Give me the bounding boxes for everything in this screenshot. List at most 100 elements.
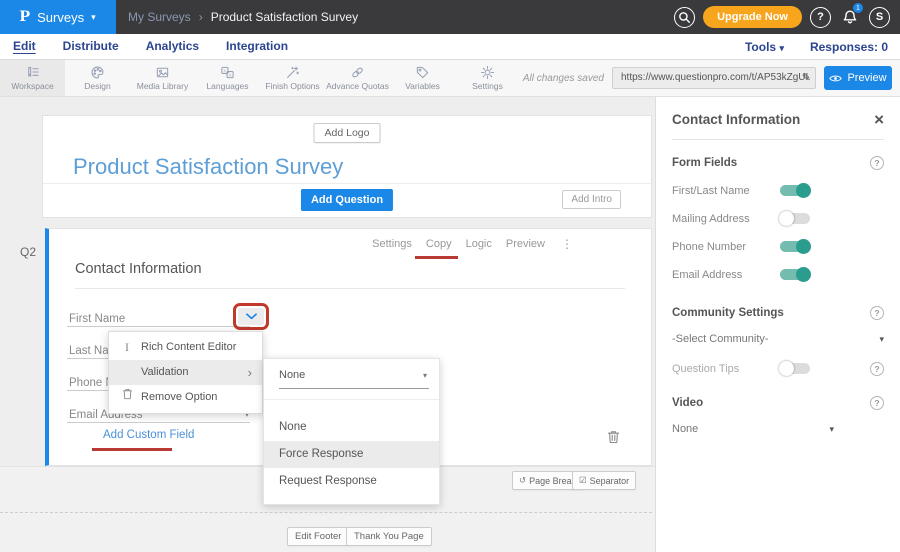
help-button[interactable]: ? xyxy=(810,7,831,28)
question-title[interactable]: Contact Information xyxy=(75,261,202,277)
menu-item-validation[interactable]: Validation › xyxy=(109,360,262,385)
account-avatar[interactable]: S xyxy=(869,7,890,28)
validation-popup: None ▾ None Force Response Request Respo… xyxy=(263,358,440,505)
tools-dropdown[interactable]: Tools ▾ xyxy=(745,40,784,54)
avatar-initial: S xyxy=(876,11,883,23)
questionpro-logo-icon: P xyxy=(20,8,31,26)
settings-icon xyxy=(480,65,495,80)
question-preview-link[interactable]: Preview xyxy=(506,238,545,250)
question-divider xyxy=(75,288,625,289)
add-question-button[interactable]: Add Question xyxy=(301,189,393,211)
question-settings-panel: Contact Information × Form Fields ? Firs… xyxy=(655,97,900,552)
toolbar-item-media-library[interactable]: Media Library xyxy=(130,60,195,96)
delete-question-button[interactable] xyxy=(607,430,620,449)
product-name: Surveys xyxy=(37,10,84,25)
email-address-toggle[interactable] xyxy=(780,269,810,280)
question-actions: Settings Copy Logic Preview ⋮ xyxy=(372,237,573,251)
toolbar-item-finish-options[interactable]: Finish Options xyxy=(260,60,325,96)
validation-select[interactable]: None ▾ xyxy=(279,369,429,389)
add-logo-button[interactable]: Add Logo xyxy=(314,123,381,143)
notification-badge: 1 xyxy=(853,3,863,13)
help-icon[interactable]: ? xyxy=(870,362,884,376)
close-icon[interactable]: × xyxy=(874,114,884,126)
chevron-annotation-box xyxy=(233,303,269,330)
upgrade-now-button[interactable]: Upgrade Now xyxy=(703,6,802,28)
breadcrumb-separator-icon: › xyxy=(199,10,203,24)
phone-number-toggle[interactable] xyxy=(780,241,810,252)
top-bar: P Surveys ▾ My Surveys › Product Satisfa… xyxy=(0,0,900,34)
field-context-menu: I Rich Content Editor Validation › Remov… xyxy=(108,331,263,414)
notifications-button[interactable]: 1 xyxy=(839,6,861,28)
toolbar-item-settings[interactable]: Settings xyxy=(455,60,520,96)
help-icon[interactable]: ? xyxy=(870,396,884,410)
toolbar-item-advance-quotas[interactable]: Advance Quotas xyxy=(325,60,390,96)
add-custom-field-annotation-underline xyxy=(92,448,172,451)
toolbar-item-languages[interactable]: xA Languages xyxy=(195,60,260,96)
add-custom-field-link[interactable]: Add Custom Field xyxy=(103,429,194,441)
more-options-icon[interactable]: ⋮ xyxy=(561,237,573,251)
chevron-down-icon: ▾ xyxy=(91,12,96,23)
first-last-name-toggle[interactable] xyxy=(780,185,810,196)
popup-divider xyxy=(264,399,439,400)
svg-text:A: A xyxy=(229,72,232,77)
preview-button[interactable]: Preview xyxy=(824,66,892,90)
mailing-address-toggle[interactable] xyxy=(780,213,810,224)
media-library-icon xyxy=(155,65,170,80)
survey-url-field[interactable]: https://www.questionpro.com/t/AP53kZgUI xyxy=(612,67,816,89)
form-fields-section-header: Form Fields ? xyxy=(672,156,884,170)
chevron-down-icon xyxy=(246,313,257,320)
video-select[interactable]: None ▾ xyxy=(672,423,834,435)
question-tips-toggle[interactable] xyxy=(780,363,810,374)
survey-header-footer: Add Question Add Intro xyxy=(43,183,651,217)
breadcrumb-current: Product Satisfaction Survey xyxy=(211,10,358,24)
help-icon[interactable]: ? xyxy=(870,306,884,320)
add-intro-button[interactable]: Add Intro xyxy=(562,190,621,209)
languages-icon: xA xyxy=(220,65,235,80)
toolbar-item-workspace[interactable]: Workspace xyxy=(0,60,65,96)
menu-item-rich-content-editor[interactable]: I Rich Content Editor xyxy=(109,335,262,360)
tab-analytics[interactable]: Analytics xyxy=(146,39,199,54)
survey-title[interactable]: Product Satisfaction Survey xyxy=(73,154,343,180)
page-break-icon: ↺ xyxy=(519,475,526,486)
eye-icon xyxy=(829,74,842,83)
question-copy-link[interactable]: Copy xyxy=(426,238,452,250)
tab-integration[interactable]: Integration xyxy=(226,39,288,54)
tab-edit[interactable]: Edit xyxy=(13,39,36,54)
field-options-button[interactable] xyxy=(238,308,264,325)
search-button[interactable] xyxy=(674,7,695,28)
toolbar-item-design[interactable]: Design xyxy=(65,60,130,96)
thank-you-page-button[interactable]: Thank You Page xyxy=(346,527,432,546)
questionpro-survey-editor: P Surveys ▾ My Surveys › Product Satisfa… xyxy=(0,0,900,552)
advance-quotas-icon xyxy=(350,65,365,80)
question-number: Q2 xyxy=(20,245,36,259)
panel-header: Contact Information × xyxy=(672,112,884,127)
breadcrumb-parent[interactable]: My Surveys xyxy=(128,10,191,24)
toggle-row-question-tips: Question Tips ? xyxy=(672,361,884,376)
product-switcher[interactable]: P Surveys ▾ xyxy=(0,0,116,34)
workspace-icon xyxy=(25,65,40,80)
trash-icon xyxy=(607,430,620,444)
field-underline xyxy=(67,326,250,327)
question-mark-icon: ? xyxy=(817,11,824,23)
help-icon[interactable]: ? xyxy=(870,156,884,170)
nav-tabs: Edit Distribute Analytics Integration xyxy=(13,39,288,54)
question-logic-link[interactable]: Logic xyxy=(466,238,492,250)
field-label-first-name[interactable]: First Name xyxy=(69,313,125,325)
responses-count[interactable]: Responses: 0 xyxy=(810,40,888,54)
validation-option-none[interactable]: None xyxy=(264,414,439,441)
question-settings-link[interactable]: Settings xyxy=(372,238,412,250)
community-select[interactable]: -Select Community- ▾ xyxy=(672,333,884,345)
edit-url-icon[interactable]: ✎ xyxy=(802,71,811,84)
separator-button[interactable]: ☑ Separator xyxy=(572,471,636,490)
video-heading: Video xyxy=(672,397,703,409)
toolbar-item-variables[interactable]: Variables xyxy=(390,60,455,96)
validation-option-force-response[interactable]: Force Response xyxy=(264,441,439,468)
tab-distribute[interactable]: Distribute xyxy=(63,39,119,54)
toggle-row-phone-number: Phone Number xyxy=(672,239,884,254)
chevron-down-icon: ▾ xyxy=(779,43,784,53)
menu-item-remove-option[interactable]: Remove Option xyxy=(109,385,262,410)
separator-icon: ☑ xyxy=(579,475,587,486)
edit-footer-button[interactable]: Edit Footer xyxy=(287,527,349,546)
validation-option-request-response[interactable]: Request Response xyxy=(264,468,439,495)
panel-title: Contact Information xyxy=(672,112,800,127)
